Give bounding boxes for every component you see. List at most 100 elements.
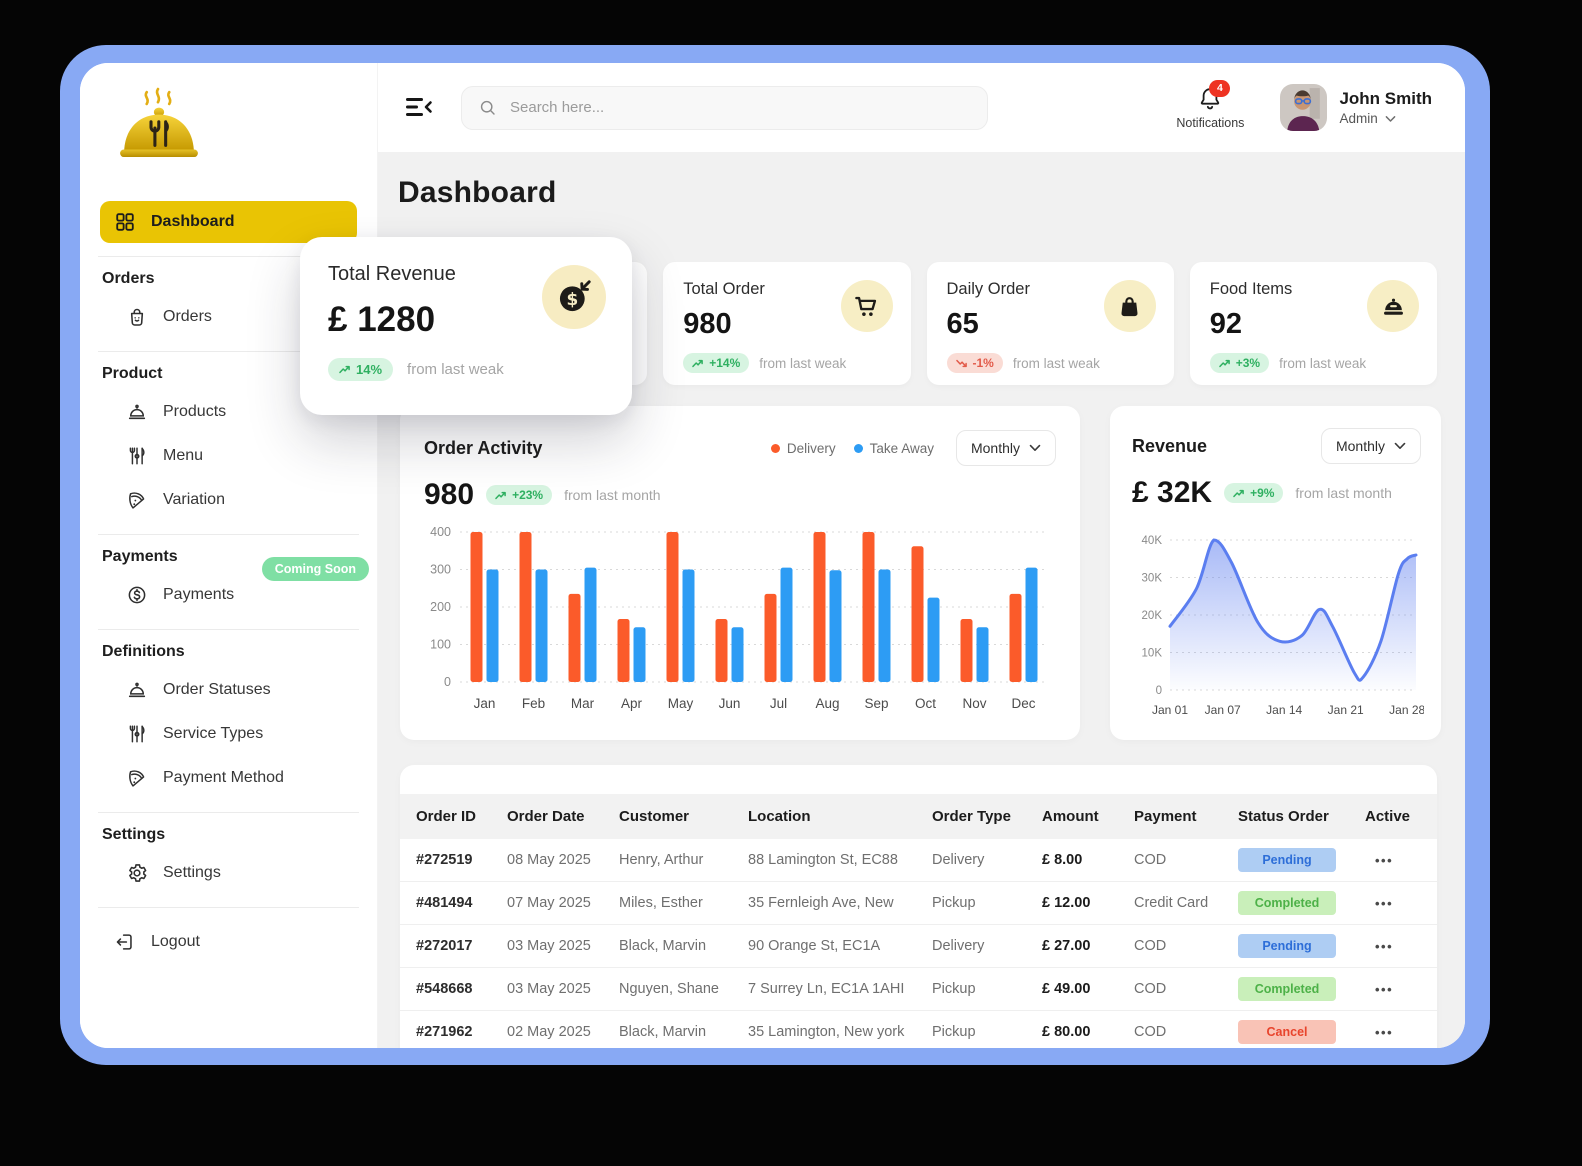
svg-text:400: 400 <box>430 525 451 539</box>
location-cell: 88 Lamington St, EC88 <box>748 852 898 868</box>
order-id-cell: #548668 <box>416 981 473 997</box>
order-type-cell: Delivery <box>932 938 985 954</box>
column-header-customer: Customer <box>619 808 690 825</box>
status-badge-pending: Pending <box>1238 934 1336 958</box>
order-id-cell: #272017 <box>416 938 473 954</box>
chart-legend: Delivery Take Away <box>770 441 934 456</box>
column-header-payment: Payment <box>1134 808 1197 825</box>
amount-cell: £ 49.00 <box>1042 981 1091 997</box>
sidebar-item-label: Service Types <box>163 725 264 742</box>
order-activity-note: from last month <box>564 487 661 503</box>
search-input[interactable] <box>508 98 971 117</box>
search-box[interactable] <box>461 85 988 130</box>
cart-icon <box>840 280 893 332</box>
table-row: #272519 08 May 2025 Henry, Arthur 88 Laming… <box>400 839 1437 882</box>
order-type-cell: Pickup <box>932 1024 976 1040</box>
order-type-cell: Pickup <box>932 895 976 911</box>
location-cell: 35 Fernleigh Ave, New <box>748 895 894 911</box>
amount-cell: £ 80.00 <box>1042 1024 1091 1040</box>
menu-collapse-icon <box>406 97 432 116</box>
order-id-cell: #271962 <box>416 1024 473 1040</box>
svg-text:Apr: Apr <box>621 696 643 711</box>
pizza-icon <box>126 489 148 511</box>
topbar: 4 Notifications <box>378 63 1465 152</box>
column-header-location: Location <box>748 808 811 825</box>
sidebar-item-label: Payment Method <box>163 769 284 786</box>
trend-badge: -1% <box>946 353 1003 373</box>
logout-icon <box>114 931 136 953</box>
trend-badge: 14% <box>328 358 394 381</box>
user-profile[interactable]: John Smith Admin <box>1280 84 1432 131</box>
sidebar-item-variation[interactable]: Variation <box>112 479 357 521</box>
sidebar-item-label: Settings <box>163 864 221 881</box>
row-actions-button[interactable]: ••• <box>1365 982 1437 997</box>
revenue-note: from last month <box>1295 485 1392 501</box>
location-cell: 90 Orange St, EC1A <box>748 938 881 954</box>
revenue-title: Revenue <box>1132 435 1208 456</box>
svg-text:30K: 30K <box>1142 573 1163 585</box>
svg-text:Jan 01: Jan 01 <box>1152 703 1188 717</box>
svg-text:300: 300 <box>430 563 451 577</box>
chevron-down-icon <box>1394 442 1406 449</box>
revenue-value: £ 32K <box>1132 476 1213 509</box>
table-row: #481494 07 May 2025 Miles, Esther 35 Fernle… <box>400 882 1437 925</box>
customer-cell: Black, Marvin <box>619 938 707 954</box>
user-role: Admin <box>1339 111 1432 126</box>
svg-text:Jan 14: Jan 14 <box>1266 703 1302 717</box>
trend-badge: +14% <box>683 353 750 373</box>
total-revenue-card-elevated[interactable]: Total Revenue £ 1280 14% from last weak … <box>300 237 632 415</box>
sidebar-item-label: Products <box>163 403 227 420</box>
stat-card-food-items[interactable]: Food Items 92 +3% from last weak <box>1189 262 1437 385</box>
customer-cell: Black, Marvin <box>619 1024 707 1040</box>
svg-text:10K: 10K <box>1142 648 1163 660</box>
stat-card-total-order[interactable]: Total Order 980 +14% from last weak <box>663 262 911 385</box>
gear-icon <box>126 862 148 884</box>
trend-badge: +9% <box>1224 483 1284 503</box>
sidebar-item-label: Orders <box>163 308 212 325</box>
sidebar-item-label: Payments <box>163 586 235 603</box>
sidebar-item-order-statuses[interactable]: Order Statuses <box>112 669 357 711</box>
svg-text:Jan 07: Jan 07 <box>1205 703 1241 717</box>
customer-cell: Miles, Esther <box>619 895 703 911</box>
svg-text:200: 200 <box>430 600 451 614</box>
device-frame: Dashboard Orders Orders Product Products Menu… <box>60 45 1490 1065</box>
row-actions-button[interactable]: ••• <box>1365 896 1437 911</box>
svg-text:$: $ <box>566 289 578 309</box>
order-date-cell: 03 May 2025 <box>507 981 591 997</box>
row-actions-button[interactable]: ••• <box>1365 853 1437 868</box>
stat-note: from last weak <box>1012 355 1100 371</box>
svg-text:Jan 21: Jan 21 <box>1328 703 1364 717</box>
legend-dot <box>770 443 780 453</box>
stat-card-daily-order[interactable]: Daily Order 65 -1% from last weak <box>926 262 1174 385</box>
main-content: Dashboard Total Order 980 +14% from last we… <box>300 152 1465 1048</box>
sidebar-collapse-button[interactable] <box>405 96 435 120</box>
row-actions-button[interactable]: ••• <box>1365 939 1437 954</box>
legend-dot <box>853 443 863 453</box>
revenue-card: Revenue Monthly £ 32K +9% from last mont… <box>1110 406 1441 740</box>
search-icon <box>478 98 497 117</box>
svg-text:Jan 28: Jan 28 <box>1389 703 1424 717</box>
column-header-amount: Amount <box>1042 808 1099 825</box>
svg-text:Feb: Feb <box>522 696 545 711</box>
order-id-cell: #481494 <box>416 895 473 911</box>
status-badge-pending: Pending <box>1238 848 1336 872</box>
table-body: #272519 08 May 2025 Henry, Arthur 88 Laming… <box>400 839 1437 1048</box>
sidebar-item-settings[interactable]: Settings <box>112 852 357 894</box>
bag-icon <box>126 306 148 328</box>
sidebar-item-logout[interactable]: Logout <box>100 921 357 963</box>
notifications-button[interactable]: 4 Notifications <box>1176 79 1244 130</box>
stat-note: from last weak <box>1279 355 1367 371</box>
revenue-period-dropdown[interactable]: Monthly <box>1320 428 1421 464</box>
sidebar-item-service-types[interactable]: Service Types <box>112 713 357 755</box>
column-header-order-id: Order ID <box>416 808 477 825</box>
sidebar-item-menu[interactable]: Menu <box>112 435 357 477</box>
cloche-solid-icon <box>1367 280 1419 332</box>
svg-text:20K: 20K <box>1142 610 1163 622</box>
chevron-down-icon <box>1385 115 1396 122</box>
order-activity-period-dropdown[interactable]: Monthly <box>955 430 1056 466</box>
sidebar-item-label: Variation <box>163 491 225 508</box>
status-badge-cancel: Cancel <box>1238 1020 1336 1044</box>
row-actions-button[interactable]: ••• <box>1365 1025 1437 1040</box>
sidebar-item-payment-method[interactable]: Payment Method <box>112 757 357 799</box>
svg-text:Jun: Jun <box>719 696 741 711</box>
